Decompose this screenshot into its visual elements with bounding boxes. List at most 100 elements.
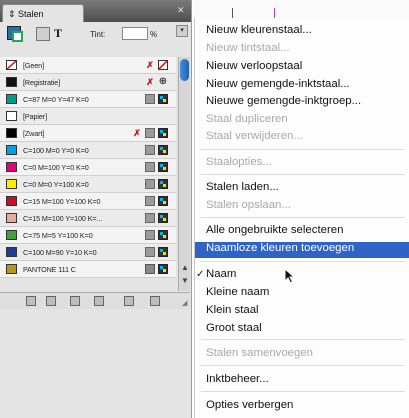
tint-label: Tint: — [90, 30, 106, 39]
menu-item[interactable]: Nieuw verloopstaal — [206, 60, 302, 72]
menu-item[interactable]: Stalen opslaan... — [206, 199, 291, 211]
swatch-color-chip — [6, 145, 17, 155]
new-swatch-icon[interactable] — [124, 296, 134, 306]
panel-titlebar[interactable]: ⇕ Stalen ✕ — [0, 0, 191, 22]
mouse-pointer-icon — [284, 268, 296, 284]
swatch-row[interactable]: [Zwart] ✗ — [0, 125, 176, 142]
cmyk-mode-icon — [158, 145, 168, 155]
swatch-color-chip — [6, 162, 17, 172]
checkmark-icon: ✓ — [196, 269, 205, 280]
menu-item[interactable]: Naamloze kleuren toevoegen — [206, 242, 354, 254]
swatch-list-scrollbar[interactable]: ▲ ▼ — [178, 57, 190, 291]
swatch-row[interactable]: C=0 M=0 Y=100 K=0 — [0, 176, 176, 193]
cmyk-mode-icon — [158, 128, 168, 138]
tint-field[interactable] — [122, 27, 148, 40]
swatch-color-chip — [6, 179, 17, 189]
menu-item[interactable]: Naam — [206, 268, 236, 280]
swatch-name: [Papier] — [23, 112, 47, 121]
swatch-color-chip — [6, 128, 17, 138]
menu-item[interactable]: Nieuw gemengde-inktstaal... — [206, 78, 350, 90]
spot-color-icon — [145, 264, 155, 274]
swatch-color-chip — [6, 213, 17, 223]
menu-item[interactable]: Nieuw kleurenstaal... — [206, 24, 312, 36]
show-color-swatches-icon[interactable] — [46, 296, 56, 306]
delete-swatch-icon[interactable] — [150, 296, 160, 306]
swatch-name: [Registratie] — [23, 78, 61, 87]
process-color-icon — [145, 213, 155, 223]
swatch-color-chip — [6, 230, 17, 240]
menu-item[interactable]: Klein staal — [206, 304, 259, 316]
menu-item[interactable]: Opties verbergen — [206, 399, 293, 411]
panel-tab-swatches[interactable]: ⇕ Stalen — [2, 4, 84, 22]
swatch-row[interactable]: C=15 M=100 Y=100 K=... — [0, 210, 176, 227]
fill-stroke-icon[interactable] — [7, 26, 24, 43]
menu-item[interactable]: Stalen laden... — [206, 181, 279, 193]
menu-item[interactable]: Staalopties... — [206, 156, 272, 168]
swatch-toolbar: T Tint: % — [0, 23, 176, 47]
swatch-color-chip — [6, 60, 17, 70]
panel-collapse-icon[interactable]: ✕ — [177, 5, 185, 16]
menu-item[interactable]: Staal verwijderen... — [206, 130, 303, 142]
swatch-row[interactable]: C=87 M=0 Y=47 K=0 — [0, 91, 176, 108]
swatch-options-icon[interactable] — [94, 296, 104, 306]
swatch-name: [Zwart] — [23, 129, 45, 138]
none-icon — [157, 59, 169, 71]
swatch-row[interactable]: [Papier] — [0, 108, 176, 125]
menu-item[interactable]: Inktbeheer... — [206, 373, 269, 385]
tint-percent-label: % — [150, 30, 158, 39]
swatch-row[interactable]: [Geen] ✗ — [0, 57, 176, 74]
scrollbar-thumb[interactable] — [180, 59, 189, 81]
swatch-row[interactable]: C=100 M=90 Y=10 K=0 — [0, 244, 176, 261]
cmyk-mode-icon — [158, 179, 168, 189]
swatch-color-chip — [6, 77, 17, 87]
panel-menu-button[interactable]: ▾ — [176, 25, 188, 37]
swatch-row[interactable]: C=100 M=0 Y=0 K=0 — [0, 142, 176, 159]
process-color-icon — [145, 230, 155, 240]
swatch-color-chip — [6, 264, 17, 274]
swatches-panel-menu: Nieuw kleurenstaal... Nieuw tintstaal... N… — [194, 18, 409, 418]
process-color-icon — [145, 179, 155, 189]
cmyk-mode-icon — [158, 247, 168, 257]
cmyk-mode-icon — [158, 213, 168, 223]
swatch-list: [Geen] ✗ [Registratie] ⊕ ✗ C=87 M=0 Y=47 K=0 [… — [0, 57, 176, 278]
swatch-color-chip — [6, 247, 17, 257]
menu-item[interactable]: Stalen samenvoegen — [206, 347, 313, 359]
swatch-row[interactable]: C=0 M=100 Y=0 K=0 — [0, 159, 176, 176]
menu-item[interactable]: Alle ongebruikte selecteren — [206, 224, 343, 236]
cmyk-mode-icon — [158, 196, 168, 206]
show-all-swatches-icon[interactable] — [26, 296, 36, 306]
show-gradient-swatches-icon[interactable] — [70, 296, 80, 306]
process-color-icon — [145, 145, 155, 155]
swatch-row[interactable]: C=75 M=5 Y=100 K=0 — [0, 227, 176, 244]
container-format-icon[interactable] — [36, 27, 50, 41]
menu-item[interactable]: Kleine naam — [206, 286, 269, 298]
text-format-icon[interactable]: T — [54, 26, 62, 41]
cmyk-mode-icon — [158, 94, 168, 104]
scroll-up-arrow-icon[interactable]: ▲ — [181, 263, 189, 272]
swatch-row[interactable]: [Registratie] ⊕ ✗ — [0, 74, 176, 91]
panel-bottom-bar: ◢ — [0, 292, 190, 309]
menu-item[interactable]: Nieuw tintstaal... — [206, 42, 290, 54]
swatch-color-chip — [6, 196, 17, 206]
process-color-icon — [145, 128, 155, 138]
resize-grip-icon[interactable]: ◢ — [182, 299, 187, 307]
swatch-color-chip — [6, 111, 17, 121]
menu-item[interactable]: Groot staal — [206, 322, 262, 334]
swatch-name: C=100 M=0 Y=0 K=0 — [23, 146, 89, 155]
swatch-name: C=75 M=5 Y=100 K=0 — [23, 231, 93, 240]
swatch-row[interactable]: PANTONE 111 C — [0, 261, 176, 278]
swatch-name: C=0 M=0 Y=100 K=0 — [23, 180, 89, 189]
swatch-row[interactable]: C=15 M=100 Y=100 K=0 — [0, 193, 176, 210]
menu-item[interactable]: Staal dupliceren — [206, 113, 288, 125]
menu-separator — [201, 365, 405, 366]
scroll-down-arrow-icon[interactable]: ▼ — [181, 276, 189, 285]
non-editable-icon: ✗ — [146, 60, 154, 70]
swatch-name: C=15 M=100 Y=100 K=... — [23, 214, 103, 223]
menu-separator — [201, 149, 405, 150]
menu-separator — [201, 174, 405, 175]
swatch-name: C=100 M=90 Y=10 K=0 — [23, 248, 97, 257]
document-edge — [194, 0, 409, 18]
cmyk-mode-icon — [158, 230, 168, 240]
menu-item[interactable]: Nieuwe gemengde-inktgroep... — [206, 95, 361, 107]
registration-icon: ⊕ — [158, 76, 168, 87]
